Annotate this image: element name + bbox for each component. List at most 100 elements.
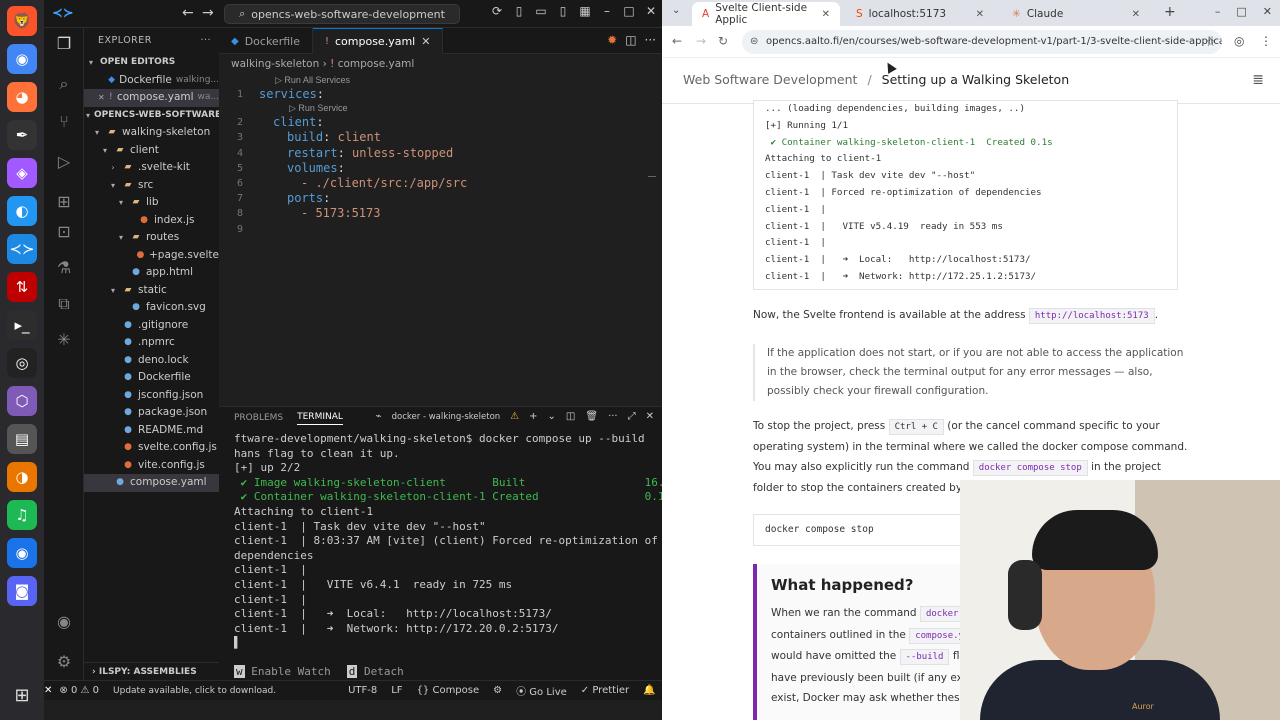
file-item[interactable]: ● package.json [84, 404, 219, 422]
brave-icon[interactable]: 🦁 [7, 6, 37, 36]
figma-icon[interactable]: ◈ [7, 158, 37, 188]
prettier-status[interactable]: ✓ Prettier [574, 685, 636, 696]
account-icon[interactable]: ◉ [52, 610, 76, 634]
folder-item[interactable]: ▾ ▰ src [84, 177, 219, 195]
live-server-icon[interactable]: ✹ [607, 33, 617, 47]
breadcrumb-folder[interactable]: walking-skeleton [231, 58, 319, 70]
browser-tab-active[interactable]: A Svelte Client-side Applic ✕ [692, 2, 840, 26]
file-item[interactable]: ● jsconfig.json [84, 387, 219, 405]
filezilla-icon[interactable]: ⇅ [7, 272, 37, 302]
update-notice[interactable]: Update available, click to download. [106, 686, 283, 696]
go-live-button[interactable]: ⦿ Go Live [509, 683, 574, 698]
profile-icon[interactable]: ◎ [1234, 34, 1244, 48]
site-info-icon[interactable]: ⊜ [750, 30, 758, 54]
new-terminal-icon[interactable]: + [529, 411, 537, 422]
copilot-icon[interactable]: ⟳ [490, 4, 504, 18]
file-item[interactable]: ● index.js [84, 212, 219, 230]
blender-icon[interactable]: ◑ [7, 462, 37, 492]
eye-icon[interactable]: ◉ [7, 538, 37, 568]
close-icon[interactable]: ✕ [644, 4, 658, 18]
maximize-icon[interactable]: □ [1236, 5, 1246, 18]
file-item[interactable]: ● compose.yaml [84, 474, 219, 492]
file-item[interactable]: ● svelte.config.js [84, 439, 219, 457]
folder-item[interactable]: ▾ ▰ walking-skeleton [84, 124, 219, 142]
more-actions-icon[interactable]: ··· [645, 33, 656, 47]
breadcrumb-course-link[interactable]: Web Software Development [683, 72, 857, 87]
file-item[interactable]: ● vite.config.js [84, 457, 219, 475]
copilot-status-icon[interactable]: ⚙ [486, 685, 509, 696]
toggle-panel-icon[interactable]: ▭ [534, 4, 548, 18]
file-item[interactable]: ● .npmrc [84, 334, 219, 352]
menu-icon[interactable]: ≣ [1252, 72, 1264, 88]
new-tab-button[interactable]: + [1164, 4, 1176, 20]
file-item[interactable]: ● Dockerfile [84, 369, 219, 387]
app-grid-icon[interactable]: ⊞ [7, 680, 37, 710]
spotify-icon[interactable]: ♫ [7, 500, 37, 530]
forward-arrow-icon[interactable]: → [202, 5, 214, 21]
more-actions-icon[interactable]: ··· [200, 28, 211, 54]
close-icon[interactable]: ✕ [1263, 5, 1272, 18]
breadcrumb-file[interactable]: compose.yaml [338, 58, 415, 70]
folder-item[interactable]: › ▰ .svelte-kit [84, 159, 219, 177]
browser-tab[interactable]: ✳ Claude ✕ [1002, 2, 1150, 26]
testing-icon[interactable]: ⚗ [52, 256, 76, 280]
run-debug-icon[interactable]: ▷ [52, 150, 76, 174]
tab-dockerfile[interactable]: ◆ Dockerfile [219, 28, 313, 54]
tab-terminal[interactable]: TERMINAL [297, 412, 343, 425]
remote-indicator-icon[interactable]: ✕ [44, 685, 52, 696]
browser-tab[interactable]: S localhost:5173 ✕ [846, 2, 994, 26]
extensions-icon[interactable]: ⊞ [52, 190, 76, 214]
remote-explorer-icon[interactable]: ⊡ [52, 220, 76, 244]
terminal-output[interactable]: ftware-development/walking-skeleton$ doc… [219, 429, 662, 651]
file-item[interactable]: ● README.md [84, 422, 219, 440]
open-editors-section[interactable]: ▾ OPEN EDITORS [84, 54, 219, 72]
maximize-icon[interactable]: □ [622, 4, 636, 18]
terminal-icon[interactable]: ▸_ [7, 310, 37, 340]
back-arrow-icon[interactable]: ← [672, 34, 682, 48]
copilot-chat-icon[interactable]: ✳ [52, 328, 76, 352]
folder-item[interactable]: ▾ ▰ routes [84, 229, 219, 247]
codelens-run-all[interactable]: ▷ Run All Services [219, 74, 662, 87]
customize-layout-icon[interactable]: ▦ [578, 4, 592, 18]
ilspy-section[interactable]: › ILSPY: ASSEMBLIES [84, 662, 219, 680]
open-editor-item[interactable]: ✕! compose.yaml wa... [84, 89, 219, 107]
forward-arrow-icon[interactable]: → [696, 34, 706, 48]
folder-item[interactable]: ▾ ▰ lib [84, 194, 219, 212]
emacs-icon[interactable]: ⬡ [7, 386, 37, 416]
address-bar[interactable]: ⊜ opencs.aalto.fi/en/courses/web-softwar… [742, 30, 1222, 54]
file-item[interactable]: ● +page.svelte [84, 247, 219, 265]
close-tab-icon[interactable]: ✕ [822, 9, 830, 20]
toggle-secondary-icon[interactable]: ▯ [556, 4, 570, 18]
search-icon[interactable]: ⌕ [52, 72, 76, 96]
workspace-section[interactable]: ▾ OPENCS-WEB-SOFTWARE... [84, 107, 219, 125]
tab-search-icon[interactable]: ⌄ [672, 5, 680, 16]
folder-item[interactable]: ▾ ▰ static [84, 282, 219, 300]
more-actions-icon[interactable]: ··· [608, 411, 618, 422]
browser-menu-icon[interactable]: ⋮ [1260, 34, 1272, 48]
vscode-icon[interactable]: ≺≻ [7, 234, 37, 264]
inkscape-icon[interactable]: ✒ [7, 120, 37, 150]
back-arrow-icon[interactable]: ← [182, 5, 194, 21]
language-status[interactable]: {} Compose [410, 685, 487, 696]
minimize-icon[interactable]: – [600, 4, 614, 18]
code-editor[interactable]: ▷ Run All Services 1 services: ▷ Run Servi… [219, 74, 662, 237]
obs-icon[interactable]: ◎ [7, 348, 37, 378]
localhost-link[interactable]: http://localhost:5173 [1028, 308, 1155, 324]
file-item[interactable]: ● deno.lock [84, 352, 219, 370]
command-center-search[interactable]: ⌕ opencs-web-software-development [224, 4, 460, 24]
yellow-app-icon[interactable]: ◐ [7, 196, 37, 226]
open-editor-item[interactable]: ◆ Dockerfile walking... [84, 72, 219, 90]
firefox-icon[interactable]: ◕ [7, 82, 37, 112]
bookmark-star-icon[interactable]: ☆ [1205, 30, 1216, 54]
detach-button[interactable]: d Detach [346, 665, 404, 678]
split-editor-icon[interactable]: ◫ [625, 33, 636, 47]
enable-watch-button[interactable]: w Enable Watch [234, 665, 331, 678]
codelens-run-service[interactable]: ▷ Run Service [219, 102, 662, 115]
reload-icon[interactable]: ↻ [718, 34, 728, 48]
folder-item[interactable]: ▾ ▰ client [84, 142, 219, 160]
explorer-icon[interactable]: ❐ [52, 32, 76, 56]
chevron-down-icon[interactable]: ⌄ [548, 411, 556, 422]
source-control-icon[interactable]: ⑂ [52, 110, 76, 134]
close-icon[interactable]: ✕ [98, 89, 105, 107]
chrome-icon[interactable]: ◉ [7, 44, 37, 74]
